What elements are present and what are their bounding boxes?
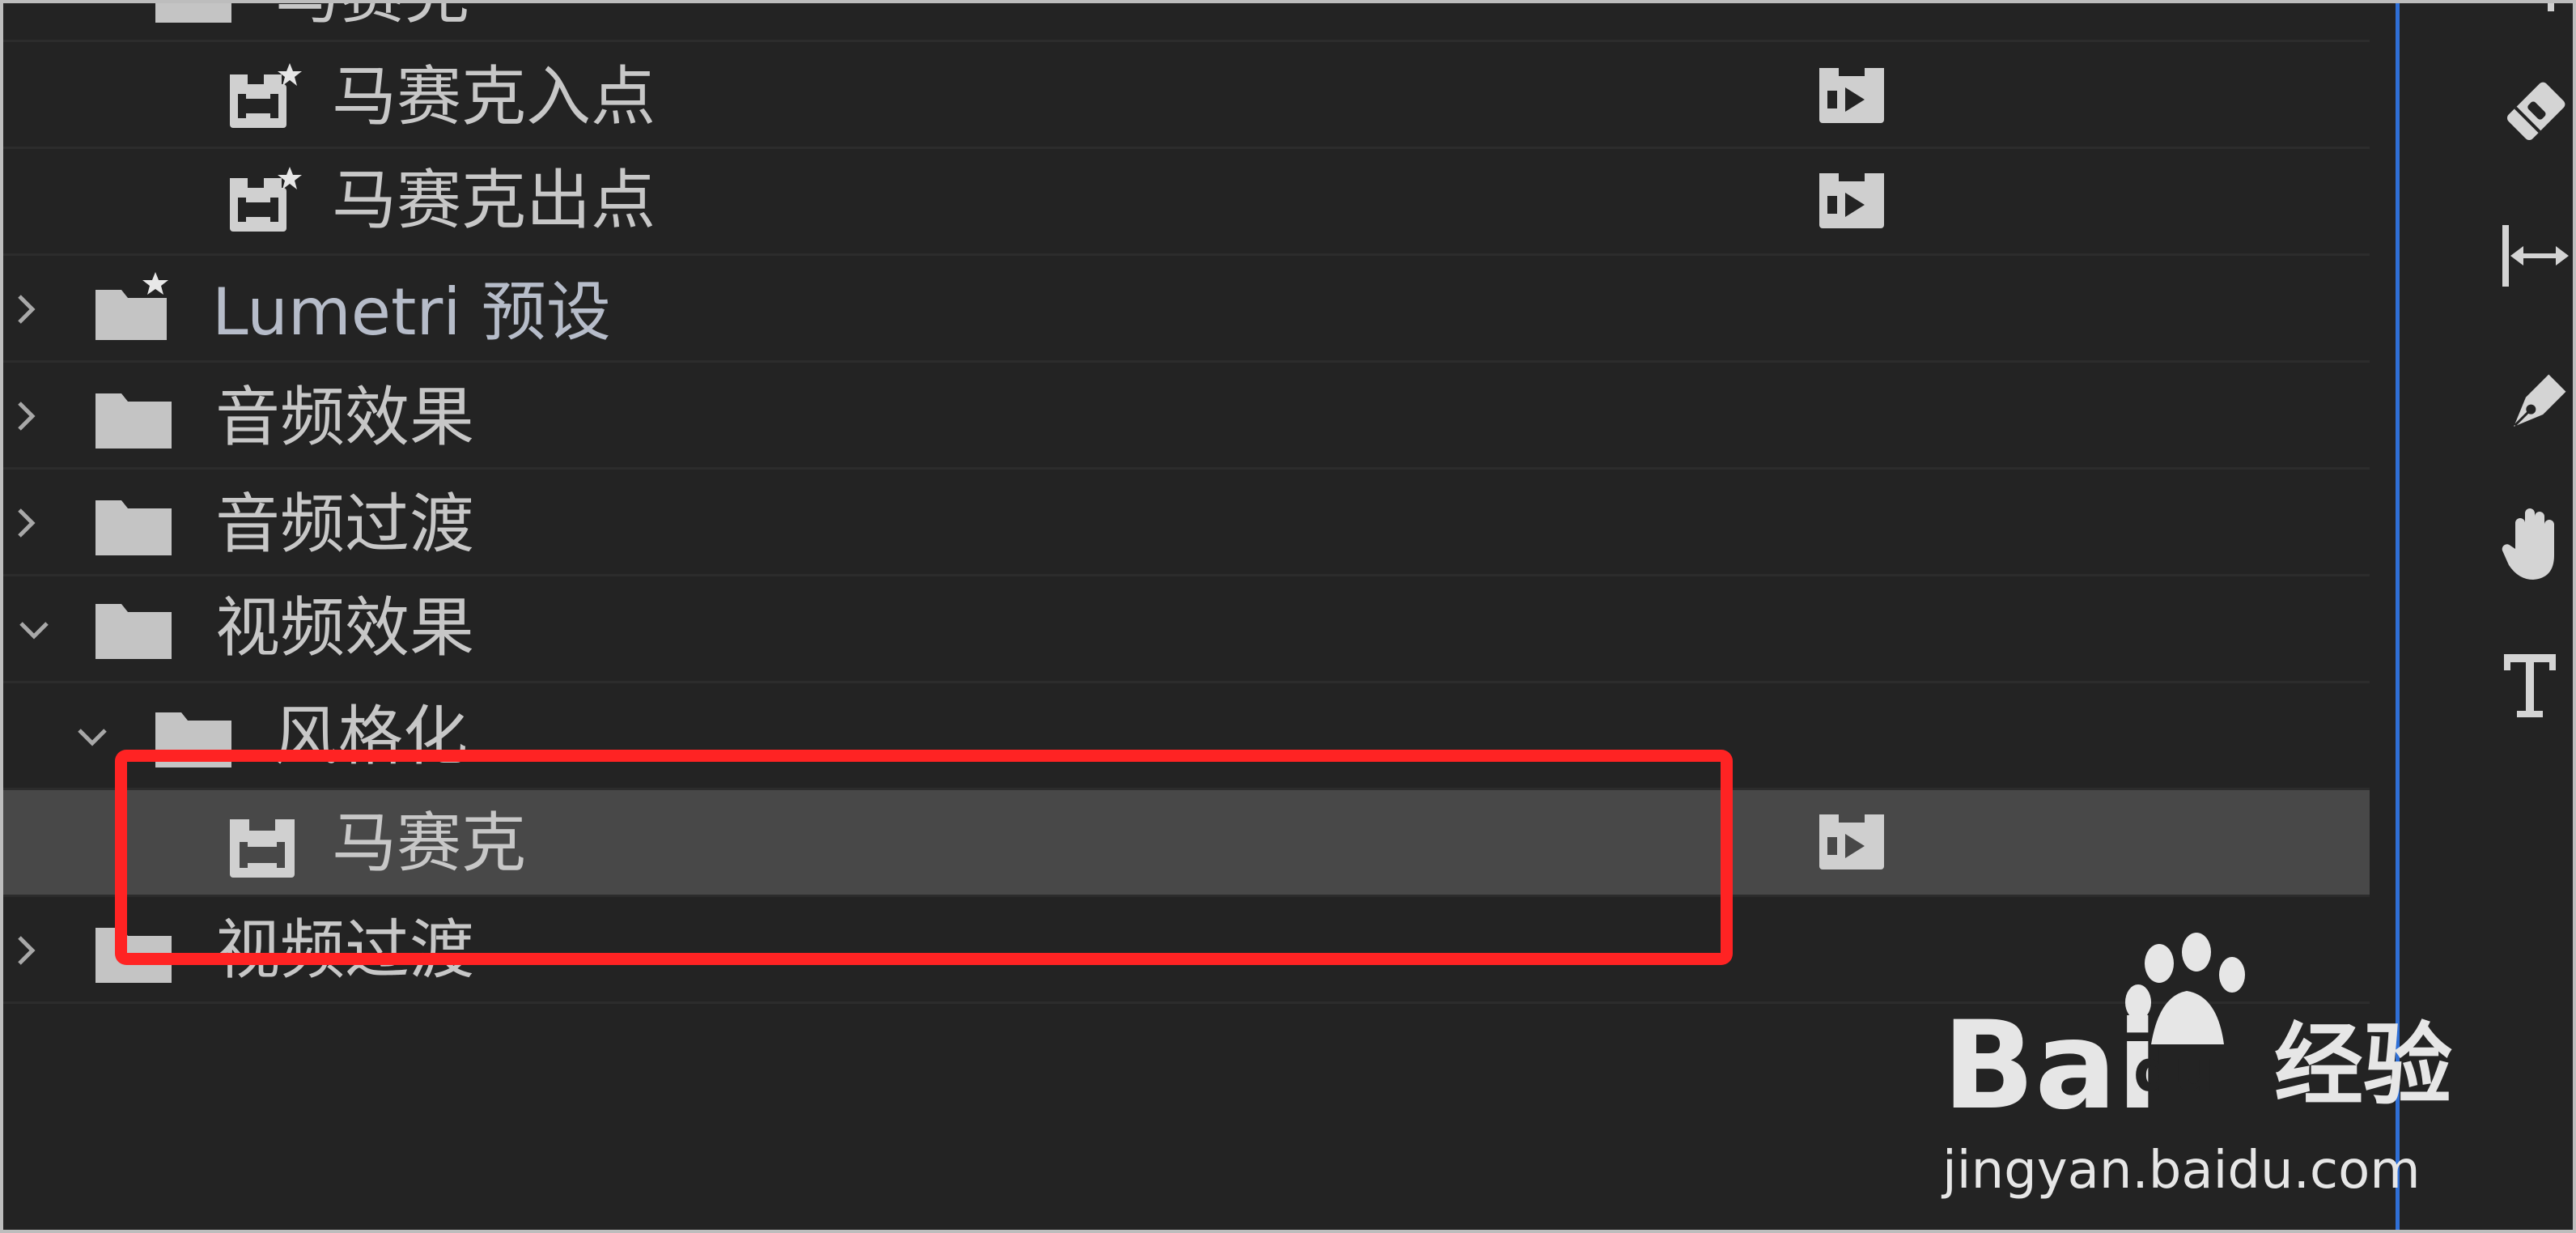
accelerated-effect-icon — [1818, 813, 1886, 871]
tree-item-label: 视频效果 — [215, 590, 474, 665]
effects-panel: 马赛克 马赛克入点 — [0, 0, 2370, 1233]
tree-row-preset[interactable]: 马赛克出点 — [0, 149, 2370, 256]
tree-item-label: 马赛克出点 — [332, 163, 656, 238]
tree-item-label: 马赛克入点 — [332, 59, 656, 134]
slip-tool-icon[interactable] — [2499, 217, 2572, 295]
preset-effect-icon — [225, 62, 303, 131]
chevron-down-icon[interactable] — [74, 719, 110, 755]
tree-item-label: 音频效果 — [215, 380, 474, 455]
app-window: 马赛克 马赛克入点 — [0, 0, 2576, 1233]
razor-tool-icon[interactable] — [2499, 73, 2572, 151]
folder-icon — [154, 0, 233, 24]
timeline-playhead-line — [2396, 0, 2400, 1233]
preset-folder-icon — [94, 272, 173, 340]
tree-item-label: 马赛克 — [275, 0, 469, 36]
tree-row-lumetri-presets[interactable]: Lumetri 预设 — [0, 256, 2370, 363]
chevron-down-icon[interactable] — [39, 0, 74, 11]
chevron-right-icon[interactable] — [8, 933, 44, 968]
type-tool-icon[interactable] — [2499, 648, 2572, 725]
tree-row-mosaic-folder[interactable]: 马赛克 — [0, 0, 2370, 42]
annotation-highlight-box — [115, 750, 1733, 965]
chevron-down-icon[interactable] — [16, 612, 52, 648]
selection-tool-partial-icon[interactable] — [2499, 0, 2572, 24]
pen-tool-icon[interactable] — [2499, 366, 2572, 444]
tree-row-audio-transitions[interactable]: 音频过渡 — [0, 470, 2370, 576]
folder-icon — [94, 494, 173, 559]
chevron-right-icon[interactable] — [8, 291, 44, 327]
folder-icon — [94, 387, 173, 452]
tree-row-preset[interactable]: 马赛克入点 — [0, 42, 2370, 149]
tree-row-audio-effects[interactable]: 音频效果 — [0, 363, 2370, 470]
tree-row-video-effects[interactable]: 视频效果 — [0, 576, 2370, 683]
accelerated-effect-icon — [1818, 172, 1886, 230]
chevron-right-icon[interactable] — [8, 505, 44, 541]
hand-tool-icon[interactable] — [2499, 502, 2572, 580]
tools-panel — [2410, 0, 2576, 1233]
folder-icon — [94, 597, 173, 662]
chevron-right-icon[interactable] — [8, 398, 44, 434]
tree-item-label: 音频过渡 — [215, 487, 474, 562]
tree-item-label: Lumetri 预设 — [212, 274, 611, 350]
preset-effect-icon — [225, 165, 303, 235]
accelerated-effect-icon — [1818, 66, 1886, 125]
